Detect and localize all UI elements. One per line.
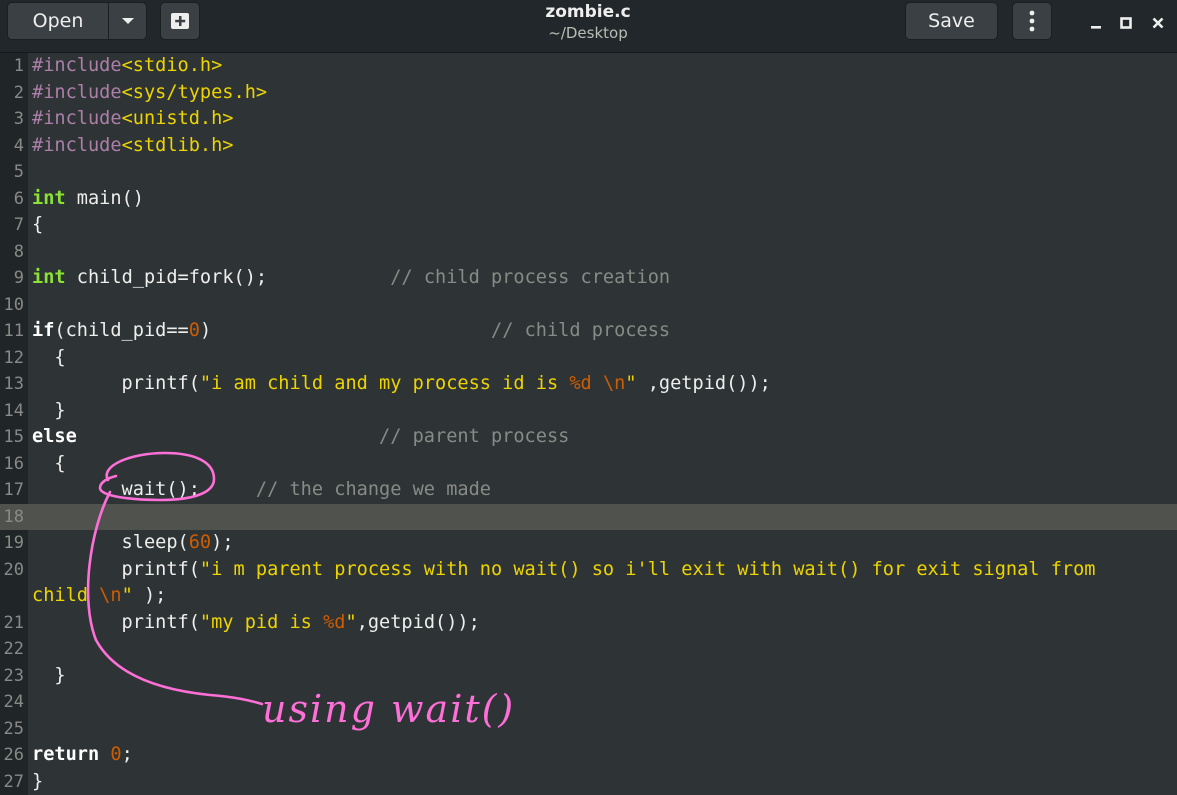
line-number: 9	[13, 268, 24, 288]
code-line[interactable]: 20 printf("i m parent process with no wa…	[0, 557, 1177, 584]
code-line[interactable]: 14 }	[0, 398, 1177, 425]
line-code: if(child_pid==0) // child process	[32, 320, 671, 341]
line-code: else // parent process	[32, 426, 570, 447]
line-code: printf("i am child and my process id is …	[32, 373, 771, 394]
code-line[interactable]: 17 wait(); // the change we made	[0, 477, 1177, 504]
window-title-area: zombie.c ~/Desktop	[440, 0, 736, 42]
document-title: zombie.c	[545, 2, 631, 22]
line-number: 8	[13, 241, 24, 262]
save-button-label: Save	[928, 10, 975, 32]
open-button[interactable]: Open	[7, 2, 109, 40]
code-line[interactable]: 26 return 0;	[0, 742, 1177, 769]
document-path: ~/Desktop	[548, 24, 628, 42]
code-line[interactable]: 7{	[0, 212, 1177, 239]
line-number: 27	[3, 771, 24, 792]
line-number: 7	[13, 215, 24, 235]
line-number: 13	[3, 374, 24, 394]
line-code: }	[32, 399, 66, 421]
line-code: }	[32, 664, 66, 686]
line-code: #include<unistd.h>	[32, 108, 234, 129]
line-code: child \n" );	[32, 585, 167, 606]
line-number: 4	[13, 135, 24, 156]
code-line[interactable]: 15 else // parent process	[0, 424, 1177, 451]
line-code: printf("my pid is %d",getpid());	[32, 611, 480, 633]
line-number: 15	[3, 427, 24, 447]
chevron-down-icon	[121, 18, 134, 24]
code-line[interactable]: 6 int main()	[0, 186, 1177, 213]
main-menu-button[interactable]	[1012, 2, 1052, 40]
line-number: 25	[3, 718, 24, 739]
maximize-icon	[1120, 17, 1132, 29]
line-code: {	[32, 214, 44, 235]
line-number: 6	[13, 188, 24, 209]
line-code: }	[32, 770, 44, 792]
code-line[interactable]: 4 #include<stdlib.h>	[0, 133, 1177, 160]
code-line[interactable]: 23 }	[0, 663, 1177, 690]
line-number: 21	[3, 612, 24, 633]
code-line[interactable]: 8	[0, 239, 1177, 266]
code-line[interactable]: 18	[0, 503, 1177, 530]
code-line[interactable]: 3 #include<unistd.h>	[0, 106, 1177, 133]
line-code: #include<stdlib.h>	[32, 134, 234, 156]
code-line[interactable]: 11 if(child_pid==0) // child process	[0, 318, 1177, 345]
line-number: 20	[3, 559, 24, 580]
code-line[interactable]: 5	[0, 159, 1177, 186]
line-number: 23	[3, 665, 24, 686]
line-number: 17	[3, 480, 24, 500]
line-number: 19	[3, 533, 24, 553]
line-number: 2	[13, 82, 24, 103]
line-number: 10	[3, 294, 24, 315]
close-icon	[1152, 17, 1164, 29]
code-line[interactable]: 27}	[0, 769, 1177, 795]
code-line[interactable]: 2 #include<sys/types.h>	[0, 80, 1177, 107]
new-document-icon	[171, 13, 189, 29]
header-bar: Open zombie.c ~/Desktop Save	[0, 0, 1177, 53]
line-code: return 0;	[32, 744, 133, 765]
code-line[interactable]: 12 {	[0, 345, 1177, 372]
maximize-button[interactable]	[1113, 10, 1139, 36]
code-line[interactable]: 10	[0, 292, 1177, 319]
line-number: 12	[3, 347, 24, 368]
line-code: {	[32, 346, 66, 368]
line-number: 16	[3, 453, 24, 474]
code-line[interactable]: 25	[0, 716, 1177, 743]
minimize-button[interactable]	[1083, 10, 1109, 36]
line-number: 5	[13, 162, 24, 182]
kebab-menu-icon	[1029, 10, 1035, 32]
close-button[interactable]	[1145, 10, 1171, 36]
line-number: 3	[13, 109, 24, 129]
line-code: sleep(60);	[32, 532, 234, 553]
line-code: int child_pid=fork(); // child process c…	[32, 267, 671, 288]
code-editor[interactable]: 1 #include<stdio.h> 2 #include<sys/types.h>…	[0, 53, 1177, 795]
open-dropdown-button[interactable]	[108, 2, 147, 40]
line-number: 14	[3, 400, 24, 421]
code-line[interactable]: 24	[0, 689, 1177, 716]
code-line[interactable]: 9 int child_pid=fork(); // child process …	[0, 265, 1177, 292]
line-number: 26	[3, 745, 24, 765]
line-code: {	[32, 452, 66, 474]
line-number: 11	[3, 321, 24, 341]
new-tab-button[interactable]	[160, 2, 200, 40]
code-line[interactable]: 22	[0, 636, 1177, 663]
line-code: #include<stdio.h>	[32, 55, 223, 76]
line-code: wait(); // the change we made	[32, 479, 491, 500]
open-button-label: Open	[32, 10, 84, 32]
code-line[interactable]: 1 #include<stdio.h>	[0, 53, 1177, 80]
line-code: int main()	[32, 187, 144, 209]
line-number: 1	[13, 56, 24, 76]
save-button[interactable]: Save	[905, 2, 998, 40]
line-code: #include<sys/types.h>	[32, 81, 268, 103]
line-code: printf("i m parent process with no wait(…	[32, 558, 1096, 580]
minimize-icon	[1091, 26, 1101, 29]
code-line[interactable]: child \n" );	[0, 583, 1177, 610]
line-number: 18	[3, 506, 24, 527]
code-line[interactable]: 19 sleep(60);	[0, 530, 1177, 557]
line-number: 22	[3, 639, 24, 659]
code-line[interactable]: 16 {	[0, 451, 1177, 478]
code-line[interactable]: 21 printf("my pid is %d",getpid());	[0, 610, 1177, 637]
line-number: 24	[3, 692, 24, 712]
code-line[interactable]: 13 printf("i am child and my process id …	[0, 371, 1177, 398]
